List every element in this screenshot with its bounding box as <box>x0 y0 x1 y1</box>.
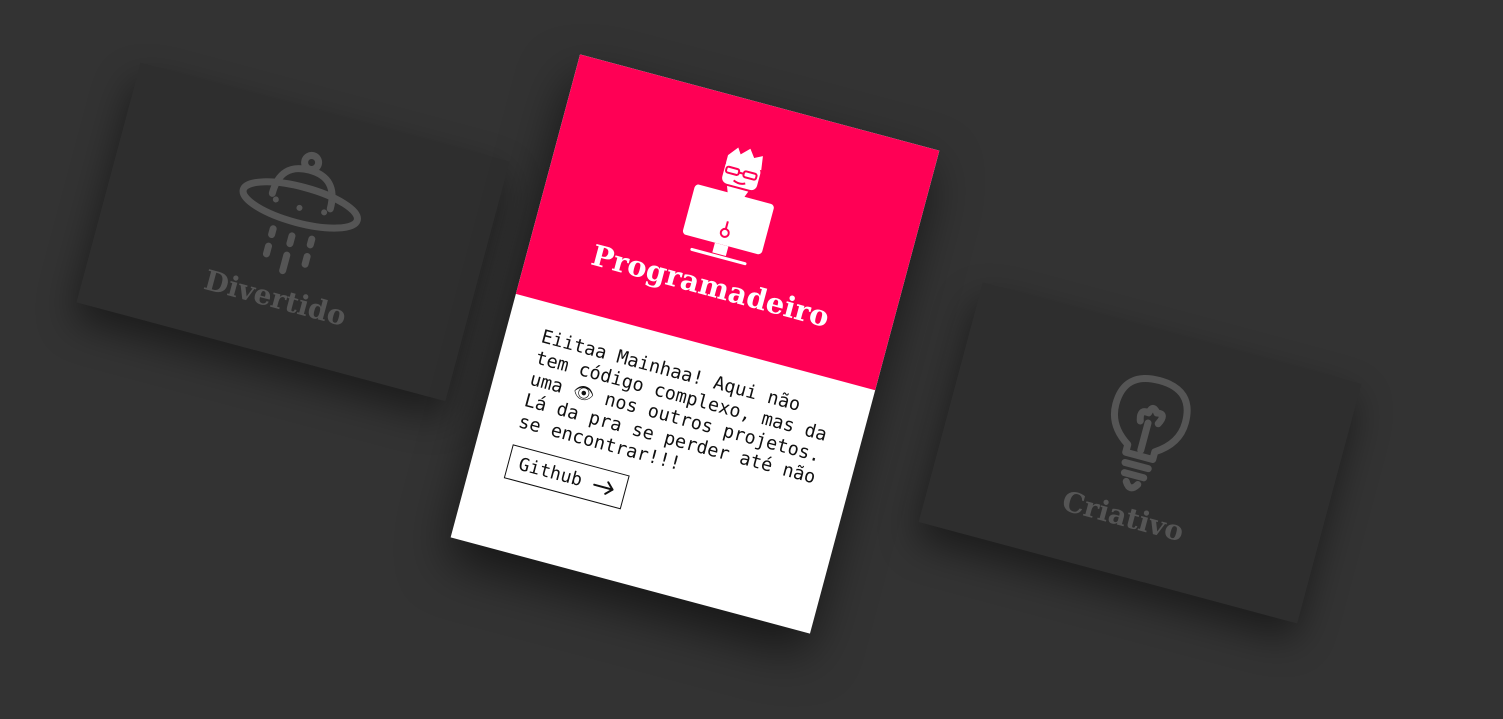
arrow-right-icon <box>592 477 617 496</box>
lightbulb-icon <box>1088 363 1202 506</box>
card-criativo[interactable]: Criativo <box>918 282 1362 624</box>
carousel-stage: Divertido Programadeiro Eiitaa Mainhaa! … <box>0 0 1503 719</box>
ufo-icon <box>218 134 378 295</box>
programmer-computer-icon <box>676 135 790 271</box>
card-programadeiro[interactable]: Programadeiro Eiitaa Mainhaa! Aqui não t… <box>450 54 940 634</box>
card-divertido[interactable]: Divertido <box>76 62 510 402</box>
github-button-label: Github <box>516 453 585 491</box>
